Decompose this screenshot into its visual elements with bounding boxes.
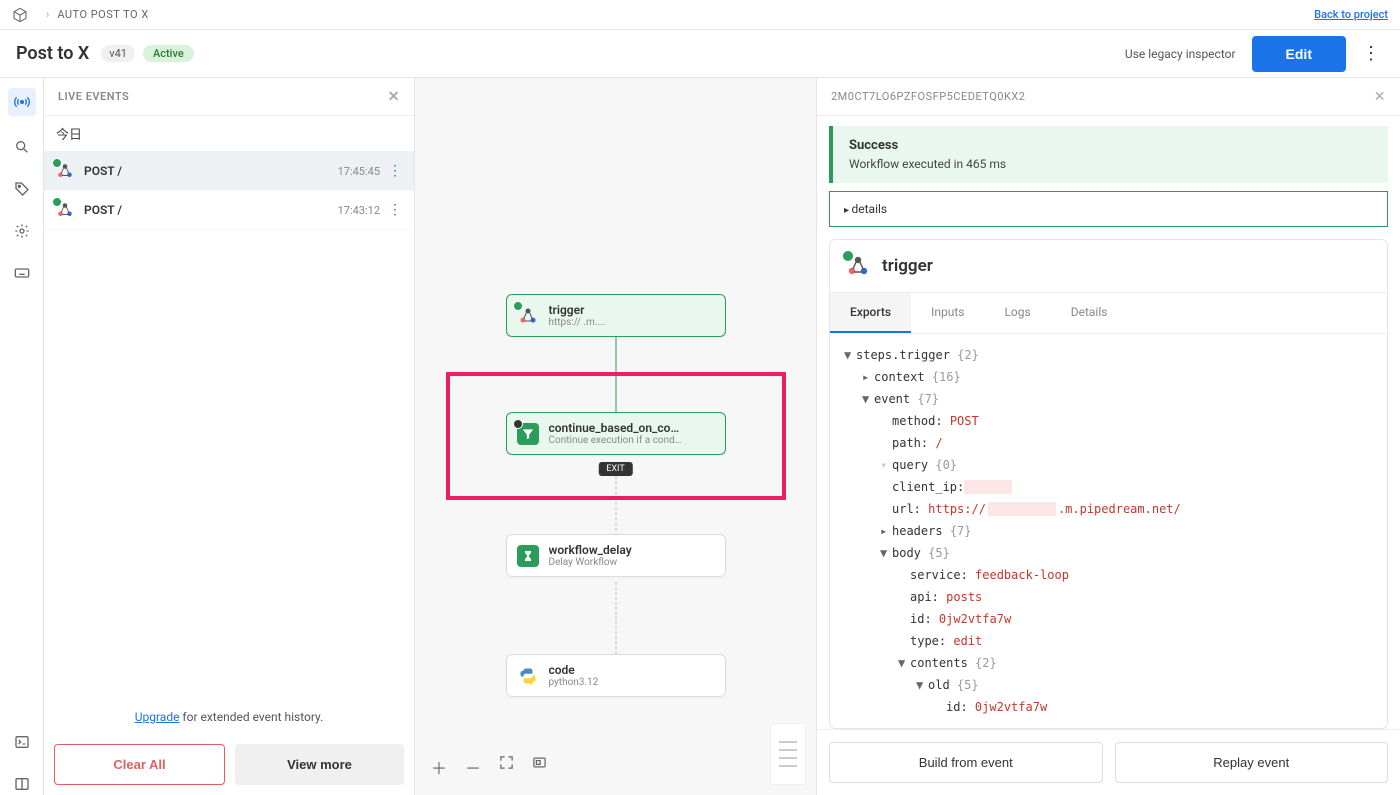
build-from-event-button[interactable]: Build from event [829, 742, 1103, 783]
hourglass-icon [517, 545, 539, 567]
close-icon[interactable]: ✕ [1374, 89, 1386, 105]
legacy-inspector-link[interactable]: Use legacy inspector [1125, 47, 1236, 61]
tag-icon[interactable] [11, 178, 33, 200]
live-events-header: LIVE EVENTS ✕ [44, 78, 414, 116]
tab-details[interactable]: Details [1051, 293, 1128, 333]
view-more-button[interactable]: View more [235, 744, 404, 785]
tree-toggle[interactable]: ▼ [880, 542, 892, 564]
tree-toggle[interactable]: ▼ [916, 674, 928, 696]
node-delay[interactable]: workflow_delay Delay Workflow [506, 534, 726, 577]
search-icon[interactable] [11, 136, 33, 158]
tree-toggle[interactable]: ▼ [898, 652, 910, 674]
tab-exports[interactable]: Exports [830, 293, 911, 333]
close-icon[interactable]: ✕ [388, 89, 400, 105]
tree-toggle[interactable]: ▸ [862, 366, 874, 388]
exit-badge: EXIT [598, 462, 632, 476]
status-badge: Active [143, 45, 194, 62]
tree-toggle[interactable]: ▼ [844, 344, 856, 366]
webhook-icon [56, 162, 74, 180]
back-to-project-link[interactable]: Back to project [1314, 8, 1388, 21]
gear-icon[interactable] [11, 220, 33, 242]
breadcrumb-item[interactable]: AUTO POST TO X [57, 8, 148, 21]
workflow-title: Post to X [16, 43, 89, 64]
node-subtitle: Continue execution if a cond… [549, 435, 715, 446]
event-row[interactable]: POST / 17:45:45 ⋮ [44, 152, 414, 191]
success-title: Success [849, 138, 1372, 153]
tree-toggle[interactable]: ▸ [880, 520, 892, 542]
run-id: 2M0CT7LO6PZFOSFP5CEDETQ0KX2 [831, 90, 1025, 103]
event-row[interactable]: POST / 17:43:12 ⋮ [44, 191, 414, 230]
event-time: 17:45:45 [338, 165, 380, 178]
screenshot-icon[interactable] [532, 755, 547, 779]
python-icon [517, 665, 539, 687]
add-icon[interactable]: ＋ [431, 755, 447, 779]
clear-all-button[interactable]: Clear All [54, 744, 225, 785]
node-subtitle: https:// .m.... [549, 317, 715, 328]
fit-icon[interactable] [499, 755, 514, 779]
success-banner: Success Workflow executed in 465 ms [829, 126, 1388, 183]
event-label: POST / [84, 164, 122, 178]
keyboard-icon[interactable] [11, 262, 33, 284]
minimap[interactable] [770, 723, 806, 785]
workflow-canvas[interactable]: trigger https:// .m.... continue_based_o… [415, 78, 816, 795]
header-bar: Post to X v41 Active Use legacy inspecto… [0, 30, 1400, 78]
node-code[interactable]: code python3.12 [506, 654, 726, 697]
terminal-icon[interactable] [11, 731, 33, 753]
tab-logs[interactable]: Logs [984, 293, 1050, 333]
details-toggle[interactable]: details [829, 191, 1388, 227]
node-condition[interactable]: continue_based_on_co… Continue execution… [506, 412, 726, 455]
step-card: trigger Exports Inputs Logs Details ▼ste… [829, 239, 1388, 729]
node-subtitle: python3.12 [549, 677, 715, 688]
logo-cube-icon[interactable] [12, 7, 28, 23]
webhook-icon [517, 305, 539, 327]
node-trigger[interactable]: trigger https:// .m.... [506, 294, 726, 337]
event-time: 17:43:12 [338, 204, 380, 217]
node-title: workflow_delay [549, 543, 715, 557]
day-header: 今日 [44, 116, 414, 152]
live-events-title: LIVE EVENTS [58, 90, 129, 103]
event-menu-icon[interactable]: ⋮ [388, 163, 402, 179]
step-title: trigger [882, 256, 933, 276]
upgrade-link[interactable]: Upgrade [135, 710, 180, 724]
event-label: POST / [84, 203, 122, 217]
tree-toggle[interactable]: ▼ [862, 388, 874, 410]
panel-icon[interactable] [11, 773, 33, 795]
webhook-icon [846, 254, 870, 278]
upgrade-notice: Upgrade for extended event history. [44, 700, 414, 734]
tab-bar: Exports Inputs Logs Details [830, 293, 1387, 334]
canvas-tools: ＋ － [431, 755, 547, 779]
minus-icon[interactable]: － [465, 755, 481, 779]
icon-rail [0, 78, 44, 795]
chevron-right-icon: › [46, 8, 49, 21]
live-events-icon[interactable] [8, 88, 36, 116]
inspector-panel: 2M0CT7LO6PZFOSFP5CEDETQ0KX2 ✕ Success Wo… [816, 78, 1400, 795]
node-title: code [549, 663, 715, 677]
node-title: continue_based_on_co… [549, 421, 715, 435]
event-menu-icon[interactable]: ⋮ [388, 202, 402, 218]
replay-event-button[interactable]: Replay event [1115, 742, 1389, 783]
live-events-panel: LIVE EVENTS ✕ 今日 POST / 17:45:45 ⋮ POST … [44, 78, 415, 795]
edit-button[interactable]: Edit [1252, 36, 1346, 72]
inspector-header: 2M0CT7LO6PZFOSFP5CEDETQ0KX2 ✕ [817, 78, 1400, 116]
breadcrumb-bar: › AUTO POST TO X Back to project [0, 0, 1400, 30]
success-subtitle: Workflow executed in 465 ms [849, 157, 1372, 171]
version-badge[interactable]: v41 [101, 45, 135, 62]
node-title: trigger [549, 303, 715, 317]
tab-inputs[interactable]: Inputs [911, 293, 984, 333]
tree-toggle[interactable]: ▾ [880, 454, 892, 476]
more-menu-icon[interactable]: ⋮ [1358, 39, 1384, 68]
node-subtitle: Delay Workflow [549, 557, 715, 568]
filter-icon [517, 423, 539, 445]
webhook-icon [56, 201, 74, 219]
exports-tree: ▼steps.trigger {2} ▸context {16} ▼event … [830, 334, 1387, 728]
